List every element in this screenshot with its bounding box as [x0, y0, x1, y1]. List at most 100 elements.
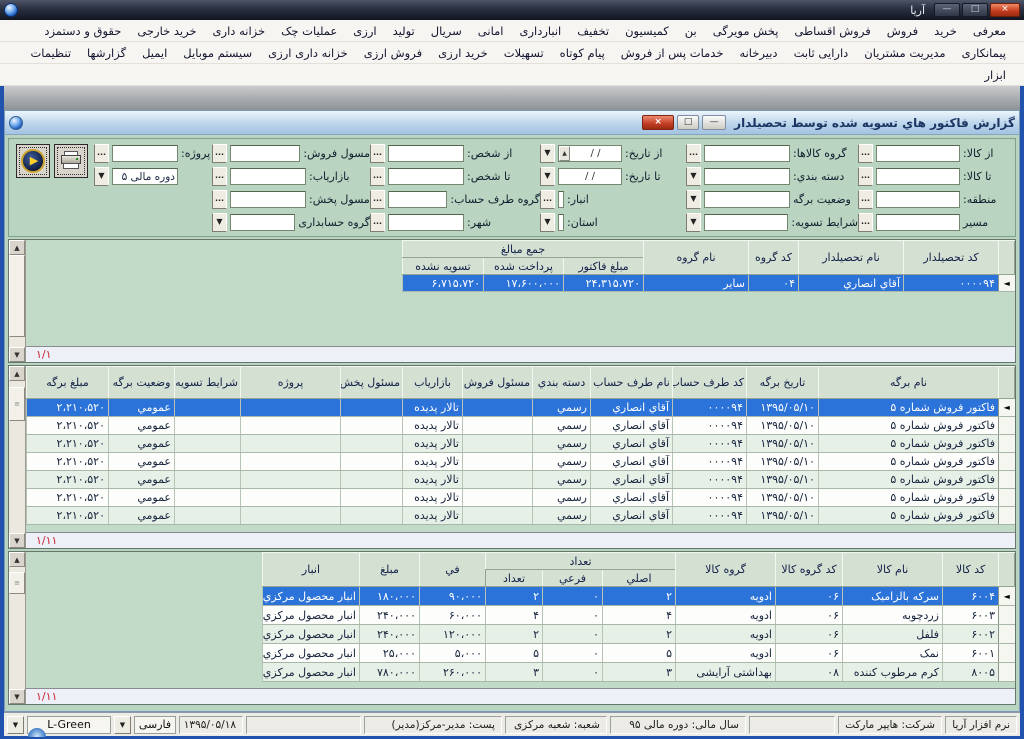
cell-name[interactable]: فاکتور فروش شماره ۵: [819, 399, 999, 417]
menu-item[interactable]: پخش مویرگی: [705, 24, 787, 38]
column-header[interactable]: مبلغ برگه: [27, 367, 109, 399]
window-close-button[interactable]: ×: [642, 115, 674, 130]
cell-name[interactable]: فاکتور فروش شماره ۵: [819, 471, 999, 489]
table-row[interactable]: ◄۰۰۰۰۹۴آقاي انصاري۰۴سایر۲۴،۳۱۵،۷۲۰۱۷،۶۰۰…: [26, 275, 1015, 292]
column-header[interactable]: نام طرف حساب: [591, 367, 673, 399]
menu-item[interactable]: سریال: [423, 24, 470, 38]
cell-date[interactable]: ۱۳۹۵/۰۵/۱۰: [747, 399, 819, 417]
column-header[interactable]: مسئول پخش: [341, 367, 403, 399]
cell-doc_status[interactable]: عمومي: [109, 453, 175, 471]
vertical-scrollbar[interactable]: ▲ ≡ ▼: [9, 366, 26, 548]
column-header[interactable]: مسئول فروش: [463, 367, 533, 399]
scrollbar-thumb[interactable]: ≡: [9, 572, 25, 594]
cell-paid[interactable]: ۱۷،۶۰۰،۰۰۰: [484, 275, 564, 292]
table-row[interactable]: ◄فاکتور فروش شماره ۵۱۳۹۵/۰۵/۱۰۰۰۰۰۹۴آقاي…: [27, 399, 1015, 417]
cell-account_code[interactable]: ۰۰۰۰۹۴: [673, 417, 747, 435]
cell-group_name[interactable]: سایر: [644, 275, 749, 292]
cell-store[interactable]: انبار محصول مرکزي: [262, 587, 359, 606]
ellipsis-button[interactable]: ...: [370, 167, 385, 186]
cell-marketer[interactable]: تالار پدیده: [403, 435, 463, 453]
column-header[interactable]: کد کالا: [943, 553, 999, 587]
cell-category[interactable]: رسمي: [533, 507, 591, 525]
cell-amount[interactable]: ۲،۲۱۰،۵۲۰: [27, 435, 109, 453]
cell-sub_qty[interactable]: ۰: [543, 644, 603, 663]
cell-sub_qty[interactable]: ۰: [543, 625, 603, 644]
cell-store[interactable]: انبار محصول مرکزي: [262, 663, 359, 682]
cell-code[interactable]: ۶۰۰۳: [943, 606, 999, 625]
dropdown-button[interactable]: ▼: [94, 167, 109, 186]
ellipsis-button[interactable]: ...: [858, 144, 873, 163]
date-input[interactable]: ▲/ /: [558, 145, 622, 162]
cell-project[interactable]: [241, 453, 341, 471]
cell-name[interactable]: فاکتور فروش شماره ۵: [819, 435, 999, 453]
menu-item[interactable]: گزارشها: [79, 46, 134, 60]
column-header[interactable]: پروژه: [241, 367, 341, 399]
dropdown-button[interactable]: ▼: [686, 213, 701, 232]
ellipsis-button[interactable]: ...: [212, 167, 227, 186]
cell-group_code[interactable]: ۰۴: [749, 275, 799, 292]
ellipsis-button[interactable]: ...: [686, 144, 701, 163]
cell-distribution_manager[interactable]: [341, 435, 403, 453]
cell-group_name[interactable]: ادویه: [676, 625, 776, 644]
cell-project[interactable]: [241, 507, 341, 525]
menu-item[interactable]: پیام کوتاه: [552, 46, 613, 60]
menu-item[interactable]: ایمیل: [134, 46, 175, 60]
menu-item[interactable]: تنظیمات: [22, 46, 79, 60]
column-header[interactable]: کد گروه کالا: [776, 553, 843, 587]
cell-account_name[interactable]: آقاي انصاري: [591, 417, 673, 435]
cell-doc_status[interactable]: عمومي: [109, 399, 175, 417]
menu-item[interactable]: تخفیف: [569, 24, 617, 38]
menu-item[interactable]: انبارداری: [511, 24, 569, 38]
cell-name[interactable]: فاکتور فروش شماره ۵: [819, 489, 999, 507]
table-row[interactable]: فاکتور فروش شماره ۵۱۳۹۵/۰۵/۱۰۰۰۰۰۹۴آقاي …: [27, 453, 1015, 471]
cell-project[interactable]: [241, 399, 341, 417]
column-header[interactable]: گروه کالا: [676, 553, 776, 587]
language-dropdown-button[interactable]: ▼: [114, 716, 131, 734]
close-button[interactable]: ×: [990, 3, 1020, 17]
cell-name[interactable]: فاکتور فروش شماره ۵: [819, 453, 999, 471]
cell-distribution_manager[interactable]: [341, 453, 403, 471]
column-header[interactable]: مبلغ: [359, 553, 419, 587]
cell-qty[interactable]: ۲: [485, 587, 542, 606]
filter-input[interactable]: [388, 168, 464, 185]
cell-doc_status[interactable]: عمومي: [109, 417, 175, 435]
cell-distribution_manager[interactable]: [341, 507, 403, 525]
filter-input[interactable]: [876, 145, 960, 162]
menu-item[interactable]: پیمانکاری: [954, 46, 1014, 60]
cell-group_code[interactable]: ۰۸: [776, 663, 843, 682]
cell-main_qty[interactable]: ۴: [603, 606, 676, 625]
cell-code[interactable]: ۶۰۰۴: [943, 587, 999, 606]
column-header[interactable]: فرعي: [543, 570, 603, 587]
dropdown-button[interactable]: ▼: [540, 213, 555, 232]
filter-dropdown-value[interactable]: [704, 191, 790, 208]
cell-doc_status[interactable]: عمومي: [109, 489, 175, 507]
print-button[interactable]: [54, 144, 88, 178]
cell-group_code[interactable]: ۰۶: [776, 644, 843, 663]
cell-distribution_manager[interactable]: [341, 489, 403, 507]
ellipsis-button[interactable]: ...: [858, 190, 873, 209]
column-header[interactable]: نام کالا: [843, 553, 943, 587]
column-header[interactable]: تسویه نشده: [402, 258, 483, 275]
cell-name[interactable]: فلفل: [843, 625, 943, 644]
cell-amount[interactable]: ۱۸۰،۰۰۰: [359, 587, 419, 606]
cell-settlement_terms[interactable]: [175, 399, 241, 417]
cell-project[interactable]: [241, 417, 341, 435]
menu-item[interactable]: فروش ارزی: [356, 46, 430, 60]
cell-doc_status[interactable]: عمومي: [109, 471, 175, 489]
filter-input[interactable]: [704, 145, 790, 162]
filter-input[interactable]: [558, 191, 564, 208]
filter-input[interactable]: [112, 145, 178, 162]
cell-category[interactable]: رسمي: [533, 399, 591, 417]
cell-project[interactable]: [241, 435, 341, 453]
scroll-up-icon[interactable]: ▲: [9, 552, 25, 567]
column-header[interactable]: انبار: [262, 553, 359, 587]
menu-item[interactable]: فروش اقساطی: [786, 24, 878, 38]
cell-settlement_terms[interactable]: [175, 489, 241, 507]
cell-price[interactable]: ۶۰،۰۰۰: [419, 606, 485, 625]
cell-price[interactable]: ۲۶۰،۰۰۰: [419, 663, 485, 682]
cell-marketer[interactable]: تالار پدیده: [403, 471, 463, 489]
scroll-down-icon[interactable]: ▼: [9, 347, 25, 362]
cell-marketer[interactable]: تالار پدیده: [403, 399, 463, 417]
cell-account_name[interactable]: آقاي انصاري: [591, 453, 673, 471]
cell-marketer[interactable]: تالار پدیده: [403, 453, 463, 471]
